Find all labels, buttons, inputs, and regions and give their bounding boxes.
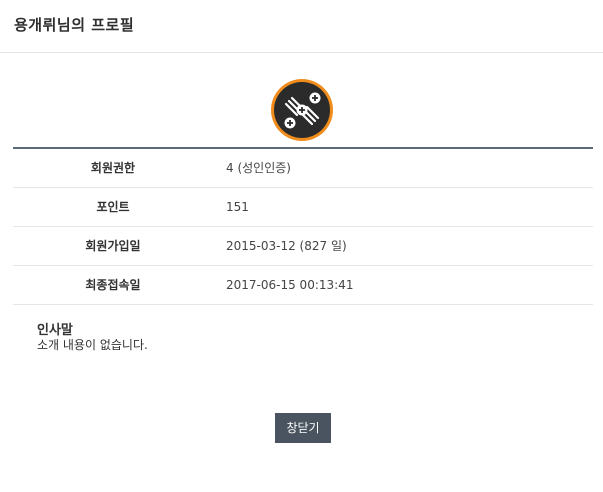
greeting-text: 소개 내용이 없습니다. (37, 338, 148, 352)
profile-header: 용개뤼님의 프로필 (0, 0, 603, 53)
row-value: 151 (226, 200, 249, 214)
profile-row-level: 회원권한 4 (성인인증) (13, 149, 593, 188)
row-value: 4 (성인인증) (226, 161, 291, 175)
profile-row-points: 포인트 151 (13, 188, 593, 227)
greeting-section: 인사말 소개 내용이 없습니다. (37, 323, 148, 353)
row-label: 최종접속일 (85, 278, 141, 292)
row-label: 포인트 (96, 200, 130, 214)
profile-row-join-date: 회원가입일 2015-03-12 (827 일) (13, 227, 593, 266)
page-title: 용개뤼님의 프로필 (14, 16, 135, 34)
row-value: 2015-03-12 (827 일) (226, 239, 347, 253)
profile-row-last-login: 최종접속일 2017-06-15 00:13:41 (13, 266, 593, 305)
close-window-button[interactable]: 창닫기 (275, 413, 331, 443)
row-label: 회원권한 (90, 161, 136, 175)
row-label: 회원가입일 (85, 239, 141, 253)
row-value: 2017-06-15 00:13:41 (226, 278, 354, 292)
profile-info-table: 회원권한 4 (성인인증) 포인트 151 회원가입일 2015-03-12 (… (13, 147, 593, 305)
member-level-icon (270, 78, 334, 142)
greeting-title: 인사말 (37, 323, 73, 338)
